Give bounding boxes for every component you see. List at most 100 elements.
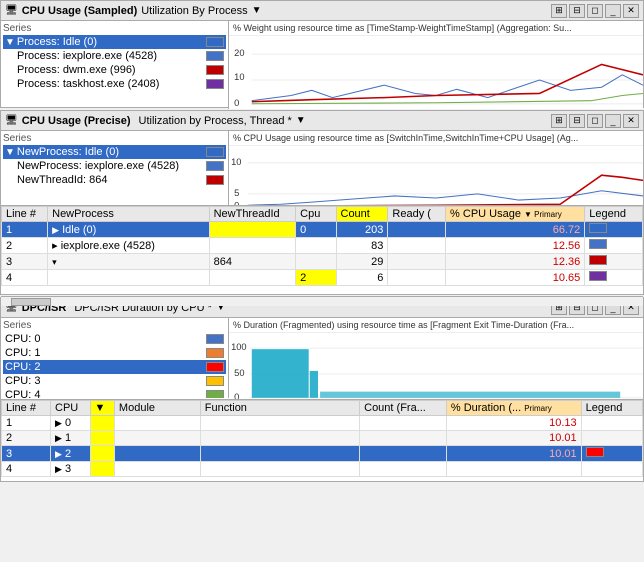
- mid-zoom-icon[interactable]: ⊞: [551, 114, 567, 128]
- mid-series-item-0[interactable]: ▼ NewProcess: Idle (0): [3, 145, 226, 159]
- cell-cpupct-2: 12.36: [446, 254, 585, 270]
- top-panel-header: 🖥 CPU Usage (Sampled) Utilization By Pro…: [1, 1, 643, 21]
- svg-text:50: 50: [234, 368, 244, 378]
- col-newprocess[interactable]: NewProcess: [48, 207, 209, 222]
- cell-count-3: 6: [336, 270, 388, 286]
- bot-series-label: Series: [3, 320, 226, 331]
- series-item-0[interactable]: ▼ Process: Idle (0): [3, 35, 226, 49]
- minimize-icon[interactable]: _: [605, 4, 621, 18]
- series-item-3[interactable]: Process: taskhost.exe (2408): [3, 77, 226, 91]
- svg-text:0: 0: [234, 98, 239, 108]
- mid-table-row-0[interactable]: 1 ▶ Idle (0) 0 203 66.72: [2, 222, 643, 238]
- col-legend[interactable]: Legend: [585, 207, 643, 222]
- cell-line-2: 3: [2, 254, 48, 270]
- mid-minimize-icon[interactable]: _: [605, 114, 621, 128]
- bot-chart-svg: 100 50 0 21:25 21:30 21:35 21:40 21:45 2…: [229, 333, 643, 399]
- bot-cell-fn-1: [200, 431, 359, 446]
- bot-cell-line-2: 3: [2, 446, 51, 462]
- bot-chart-label: % Duration (Fragmented) using resource t…: [229, 318, 643, 333]
- mid-table-row-1[interactable]: 2 ▸ iexplore.exe (4528) 83 12.56: [2, 238, 643, 254]
- col-threadid[interactable]: NewThreadId: [209, 207, 296, 222]
- top-chart-label: % Weight using resource time as [TimeSta…: [229, 21, 643, 36]
- bot-cell-cpu-2: ▶ 2: [51, 446, 91, 462]
- bot-table-row-1[interactable]: 2 ▶ 1 10.01: [2, 431, 643, 446]
- mid-chart-svg: 10 5 0: [229, 146, 643, 205]
- mid-table-row-2[interactable]: 3 ▾ 864 29 12.36: [2, 254, 643, 270]
- col-line[interactable]: Line #: [2, 207, 48, 222]
- mid-scrollbar[interactable]: [1, 296, 643, 306]
- mid-series-item-1[interactable]: NewProcess: iexplore.exe (4528): [3, 159, 226, 173]
- bot-table-row-0[interactable]: 1 ▶ 0 10.13: [2, 416, 643, 431]
- svg-text:5: 5: [234, 188, 239, 198]
- bot-series-color-2: [206, 362, 224, 372]
- bot-table-row-2[interactable]: 3 ▶ 2 10.01: [2, 446, 643, 462]
- mid-restore-icon[interactable]: ◻: [587, 114, 603, 128]
- bot-col-pct[interactable]: % Duration (... Primary: [446, 401, 581, 416]
- bot-series-text-0: CPU: 0: [5, 333, 202, 345]
- bot-series-color-4: [206, 390, 224, 398]
- bot-cell-primary-2: [90, 446, 114, 462]
- bot-series-item-0[interactable]: CPU: 0: [3, 332, 226, 346]
- cell-thread-0: [209, 222, 296, 238]
- cell-process-3: [48, 270, 209, 286]
- bot-series-item-2[interactable]: CPU: 2: [3, 360, 226, 374]
- mid-panel-title: CPU Usage (Precise): [22, 115, 131, 127]
- bot-cell-module-2: [114, 446, 200, 462]
- col-ready[interactable]: Ready (: [388, 207, 446, 222]
- bot-series-color-3: [206, 376, 224, 386]
- top-chart-svg: 20 10 0: [229, 36, 643, 109]
- bot-cell-pct-1: 10.01: [446, 431, 581, 446]
- mid-panel-dropdown[interactable]: ▼: [296, 115, 306, 126]
- mid-grid-icon[interactable]: ⊟: [569, 114, 585, 128]
- bot-series-item-4[interactable]: CPU: 4: [3, 388, 226, 398]
- bot-col-line[interactable]: Line #: [2, 401, 51, 416]
- col-cpupct[interactable]: % CPU Usage ▼ Primary: [446, 207, 585, 222]
- bot-col-function[interactable]: Function: [200, 401, 359, 416]
- cell-thread-3: [209, 270, 296, 286]
- restore-icon[interactable]: ◻: [587, 4, 603, 18]
- top-panel-dropdown[interactable]: ▼: [252, 5, 262, 16]
- bot-series-item-3[interactable]: CPU: 3: [3, 374, 226, 388]
- cell-legend-0: [585, 222, 643, 238]
- cell-line-3: 4: [2, 270, 48, 286]
- mid-panel: 🖥 CPU Usage (Precise) Utilization by Pro…: [0, 110, 644, 295]
- bot-series-color-1: [206, 348, 224, 358]
- col-count[interactable]: Count: [336, 207, 388, 222]
- bot-col-legend[interactable]: Legend: [581, 401, 642, 416]
- mid-series-color-2: [206, 175, 224, 185]
- top-panel-icon: 🖥: [5, 5, 18, 16]
- mid-panel-controls: ⊞ ⊟ ◻ _ ✕: [551, 114, 639, 128]
- bot-col-count[interactable]: Count (Fra...: [360, 401, 447, 416]
- bot-table-row-3[interactable]: 4 ▶ 3: [2, 462, 643, 477]
- close-icon[interactable]: ✕: [623, 4, 639, 18]
- bot-table-area: Line # CPU ▼ Module Function Count (Fra.…: [1, 400, 643, 482]
- mid-panel-subtitle: Utilization by Process, Thread *: [139, 115, 292, 127]
- grid-icon[interactable]: ⊟: [569, 4, 585, 18]
- bot-series-panel: Series CPU: 0 CPU: 1 CPU: 2 CPU: 3 CPU: …: [1, 318, 229, 398]
- bot-cell-legend-0: [581, 416, 642, 431]
- series-color-2: [206, 65, 224, 75]
- bot-cell-fn-2: [200, 446, 359, 462]
- mid-series-item-2[interactable]: NewThreadId: 864: [3, 173, 226, 187]
- mid-scrollbar-thumb[interactable]: [11, 298, 51, 306]
- zoom-icon[interactable]: ⊞: [551, 4, 567, 18]
- bot-cell-count-0: [360, 416, 447, 431]
- bot-series-color-0: [206, 334, 224, 344]
- cell-process-2: ▾: [48, 254, 209, 270]
- mid-table-row-3[interactable]: 4 2 6 10.65: [2, 270, 643, 286]
- cell-cpu-3: 2: [296, 270, 336, 286]
- series-item-2[interactable]: Process: dwm.exe (996): [3, 63, 226, 77]
- col-cpu[interactable]: Cpu: [296, 207, 336, 222]
- series-item-1[interactable]: Process: iexplore.exe (4528): [3, 49, 226, 63]
- bot-cell-legend-3: [581, 462, 642, 477]
- bot-col-primary[interactable]: ▼: [90, 401, 114, 416]
- cell-cpupct-0: 66.72: [446, 222, 585, 238]
- mid-close-icon[interactable]: ✕: [623, 114, 639, 128]
- bot-cell-pct-2: 10.01: [446, 446, 581, 462]
- bot-cell-pct-0: 10.13: [446, 416, 581, 431]
- top-series-panel: Series ▼ Process: Idle (0) Process: iexp…: [1, 21, 229, 109]
- cell-line-0: 1: [2, 222, 48, 238]
- bot-series-item-1[interactable]: CPU: 1: [3, 346, 226, 360]
- bot-col-module[interactable]: Module: [114, 401, 200, 416]
- bot-col-cpu[interactable]: CPU: [51, 401, 91, 416]
